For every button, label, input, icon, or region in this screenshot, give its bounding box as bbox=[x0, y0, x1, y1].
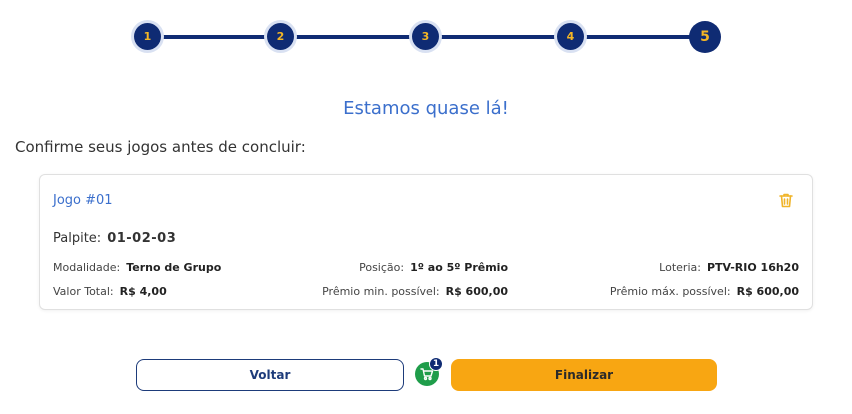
modalidade-label: Modalidade: bbox=[53, 261, 121, 274]
step-5-current: 5 bbox=[689, 21, 721, 53]
loteria-value: PTV-RIO 16h20 bbox=[706, 261, 799, 274]
details-row-1: Modalidade: Terno de Grupo Posição: 1º ao … bbox=[53, 261, 799, 277]
palpite-label: Palpite: bbox=[53, 231, 102, 246]
step-1: 1 bbox=[134, 23, 161, 50]
game-card: Jogo #01 Palpite: 01-02-03 Modalidade: Ter… bbox=[39, 174, 813, 310]
posicao-label: Posição: bbox=[359, 261, 405, 274]
progress-stepper: 1 2 3 4 5 bbox=[133, 21, 721, 53]
loteria: Loteria: PTV-RIO 16h20 bbox=[659, 261, 799, 274]
premio-min-value: R$ 600,00 bbox=[445, 285, 508, 298]
game-title: Jogo #01 bbox=[53, 193, 113, 208]
finish-button[interactable]: Finalizar bbox=[451, 359, 717, 391]
premio-min-label: Prêmio min. possível: bbox=[322, 285, 440, 298]
step-2: 2 bbox=[267, 23, 294, 50]
palpite: Palpite: 01-02-03 bbox=[53, 231, 176, 246]
step-4: 4 bbox=[557, 23, 584, 50]
trash-icon[interactable] bbox=[777, 191, 795, 209]
modalidade: Modalidade: Terno de Grupo bbox=[53, 261, 221, 274]
page-subheading: Confirme seus jogos antes de concluir: bbox=[15, 138, 306, 156]
valor-total-label: Valor Total: bbox=[53, 285, 114, 298]
cart-button[interactable]: 1 bbox=[415, 357, 443, 386]
premio-max: Prêmio máx. possível: R$ 600,00 bbox=[610, 285, 799, 298]
premio-max-label: Prêmio máx. possível: bbox=[609, 285, 731, 298]
cart-count-badge: 1 bbox=[429, 357, 443, 371]
back-button[interactable]: Voltar bbox=[136, 359, 404, 391]
details-row-2: Valor Total: R$ 4,00 Prêmio min. possível… bbox=[53, 285, 799, 301]
posicao: Posição: 1º ao 5º Prêmio bbox=[313, 261, 508, 274]
modalidade-value: Terno de Grupo bbox=[126, 261, 222, 274]
posicao-value: 1º ao 5º Prêmio bbox=[410, 261, 508, 274]
valor-total: Valor Total: R$ 4,00 bbox=[53, 285, 167, 298]
premio-min: Prêmio min. possível: R$ 600,00 bbox=[300, 285, 508, 298]
premio-max-value: R$ 600,00 bbox=[736, 285, 799, 298]
valor-total-value: R$ 4,00 bbox=[119, 285, 167, 298]
page-headline: Estamos quase lá! bbox=[343, 98, 509, 119]
loteria-label: Loteria: bbox=[659, 261, 701, 274]
step-3: 3 bbox=[412, 23, 439, 50]
palpite-value: 01-02-03 bbox=[107, 231, 177, 246]
